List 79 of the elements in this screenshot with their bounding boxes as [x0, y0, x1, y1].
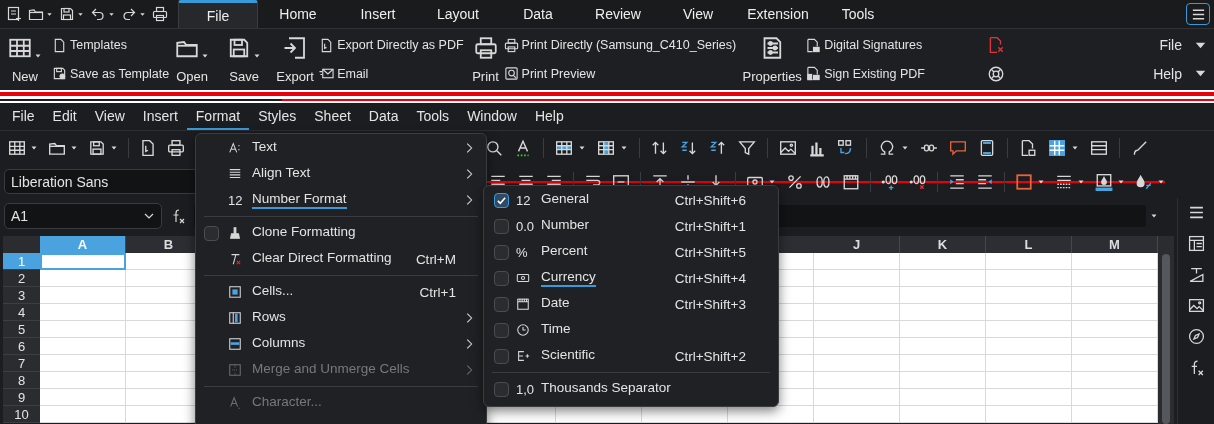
open-button[interactable]: Open: [169, 29, 216, 90]
shortcut-label: Ctrl+Shift+6: [674, 192, 746, 208]
menu-bar-item[interactable]: Styles: [249, 103, 306, 130]
menu-item[interactable]: Time: [541, 321, 571, 339]
shortcut-label: Ctrl+Shift+1: [674, 218, 746, 234]
shortcut-label: Ctrl+Shift+3: [674, 296, 746, 312]
format-glyph: 12: [228, 192, 243, 208]
row-header[interactable]: 4: [3, 304, 40, 321]
menu-bar-item[interactable]: Insert: [133, 103, 187, 130]
print-button[interactable]: Print: [469, 29, 502, 90]
menu-item[interactable]: Number Format: [252, 191, 347, 209]
menu-item[interactable]: Date: [541, 295, 570, 313]
name-box[interactable]: A1: [4, 203, 162, 229]
row-header[interactable]: 9: [3, 389, 40, 406]
export-button[interactable]: Export: [273, 29, 318, 90]
menu-item[interactable]: Thousands Separator: [541, 380, 671, 398]
column-header[interactable]: M: [1072, 236, 1158, 253]
shortcut-label: Ctrl+Shift+4: [674, 270, 746, 286]
save-button[interactable]: Save: [221, 29, 268, 90]
file-menu-button[interactable]: File: [1159, 33, 1208, 58]
menu-item[interactable]: Clear Direct Formatting: [252, 250, 392, 268]
menu-item[interactable]: Currency: [541, 269, 596, 287]
ribbon-tab[interactable]: Insert: [338, 0, 418, 28]
ribbon-tab[interactable]: Extension: [738, 0, 818, 28]
properties-button[interactable]: Properties: [740, 29, 805, 90]
menu-item[interactable]: Number: [541, 217, 589, 235]
shortcut-label: Ctrl+Shift+2: [674, 348, 746, 364]
print-preview-button[interactable]: Print Preview: [503, 61, 737, 86]
sign-pdf-button[interactable]: Sign Existing PDF: [806, 61, 925, 86]
ribbon-tab[interactable]: Review: [578, 0, 658, 28]
row-header[interactable]: 2: [3, 270, 40, 287]
format-glyph: %: [516, 244, 528, 260]
save-as-template-button[interactable]: Save as Template: [52, 61, 170, 86]
new-button[interactable]: New: [4, 29, 46, 90]
menu-bar-item[interactable]: Tools: [407, 103, 459, 130]
ribbon-tab[interactable]: File: [178, 0, 258, 28]
export-pdf-button[interactable]: Export Directly as PDF: [319, 33, 464, 58]
menu-item[interactable]: Scientific: [541, 347, 596, 365]
format-glyph: 12: [516, 192, 531, 208]
row-header[interactable]: 6: [3, 338, 40, 355]
format-glyph: 0.0: [516, 218, 535, 234]
menu-item[interactable]: Rows: [252, 309, 286, 327]
row-header[interactable]: 8: [3, 372, 40, 389]
shortcut-label: Ctrl+1: [419, 284, 456, 300]
menu-bar-item[interactable]: File: [3, 103, 44, 130]
ribbon-tab[interactable]: View: [658, 0, 738, 28]
shortcut-label: Ctrl+Shift+5: [674, 244, 746, 260]
ribbon-tab[interactable]: Tools: [818, 0, 898, 28]
row-header[interactable]: 5: [3, 321, 40, 338]
row-header[interactable]: 3: [3, 287, 40, 304]
row-header[interactable]: 10: [3, 406, 40, 423]
menu-bar-item[interactable]: Format: [186, 103, 250, 130]
column-header[interactable]: L: [986, 236, 1072, 253]
menu-item[interactable]: Align Text: [252, 165, 311, 183]
format-glyph: 1,0: [516, 381, 535, 397]
menu-bar-item[interactable]: Help: [525, 103, 573, 130]
menu-item[interactable]: General: [541, 191, 590, 209]
templates-button[interactable]: Templates: [52, 33, 170, 58]
shortcut-label: Ctrl+M: [415, 251, 456, 267]
ribbon-tab[interactable]: Home: [258, 0, 338, 28]
help-menu-button[interactable]: Help: [1153, 61, 1208, 86]
column-header[interactable]: J: [814, 236, 900, 253]
menu-item[interactable]: Cells...: [252, 283, 294, 301]
menu-item[interactable]: Percent: [541, 243, 588, 261]
row-header[interactable]: 7: [3, 355, 40, 372]
ribbon-tab[interactable]: Data: [498, 0, 578, 28]
menu-bar-item[interactable]: Data: [359, 103, 408, 130]
menu-item[interactable]: Text: [252, 139, 277, 157]
print-directly-button[interactable]: Print Directly (Samsung_C410_Series): [503, 33, 737, 58]
menu-bar-item[interactable]: View: [85, 103, 134, 130]
email-button[interactable]: Email: [319, 61, 464, 86]
ribbon-tab[interactable]: Layout: [418, 0, 498, 28]
menu-bar-item[interactable]: Sheet: [305, 103, 360, 130]
menu-bar-item[interactable]: Window: [458, 103, 526, 130]
digital-signatures-button[interactable]: Digital Signatures: [806, 33, 925, 58]
menu-bar-item[interactable]: Edit: [43, 103, 86, 130]
column-header[interactable]: K: [900, 236, 986, 253]
menu-item[interactable]: Clone Formatting: [252, 224, 356, 242]
menu-item[interactable]: Columns: [252, 335, 306, 353]
